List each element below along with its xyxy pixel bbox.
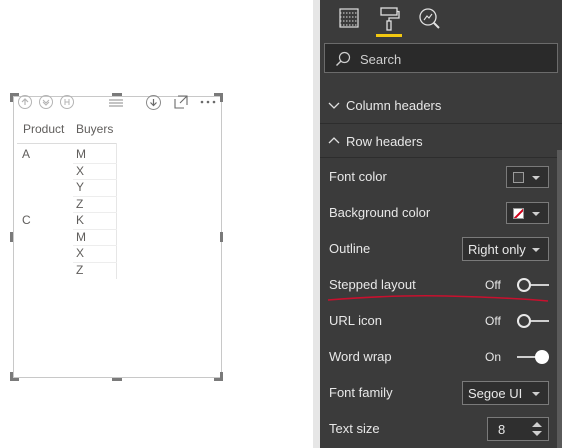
row-url-icon: URL icon Off <box>329 303 551 339</box>
section-column-headers[interactable]: Column headers <box>320 90 562 120</box>
row-separator <box>73 179 117 180</box>
chevron-down-icon <box>532 392 540 396</box>
paint-roller-icon <box>380 7 400 31</box>
expand-level-icon[interactable] <box>60 95 74 109</box>
outline-label: Outline <box>329 241 371 256</box>
no-color-swatch-icon <box>513 208 524 219</box>
spin-up-icon[interactable] <box>532 422 542 427</box>
buyer-cell[interactable]: Z <box>76 263 83 277</box>
font-color-picker[interactable] <box>506 166 549 188</box>
url-icon-label: URL icon <box>329 313 382 328</box>
stepped-layout-toggle[interactable] <box>517 278 549 292</box>
font-color-swatch <box>513 172 524 183</box>
buyer-cell[interactable]: X <box>76 246 84 260</box>
chevron-down-icon <box>532 248 540 252</box>
chevron-down-icon <box>532 212 540 216</box>
buyer-cell[interactable]: Z <box>76 197 83 211</box>
table-visual[interactable] <box>13 96 222 378</box>
word-wrap-label: Word wrap <box>329 349 392 364</box>
red-underline-annotation <box>327 294 549 302</box>
background-color-picker[interactable] <box>506 202 549 224</box>
fields-tab[interactable] <box>334 4 364 34</box>
search-icon <box>336 51 351 66</box>
chevron-down-icon <box>532 176 540 180</box>
buyer-cell[interactable]: Y <box>76 180 84 194</box>
font-color-label: Font color <box>329 169 387 184</box>
column-header-product[interactable]: Product <box>23 122 64 136</box>
header-divider <box>17 143 117 144</box>
url-icon-toggle[interactable] <box>517 314 549 328</box>
row-font-color: Font color <box>329 159 551 195</box>
format-tab[interactable] <box>374 4 404 37</box>
row-background-color: Background color <box>329 195 551 231</box>
drill-up-icon[interactable] <box>18 95 32 109</box>
section-divider <box>320 157 562 158</box>
focus-mode-icon[interactable] <box>174 95 188 109</box>
report-canvas: Product Buyers AMXYZCKMXZ <box>0 0 313 448</box>
section-label: Column headers <box>346 98 442 113</box>
resize-handle-top-left[interactable] <box>10 93 13 102</box>
buyer-cell[interactable]: M <box>76 230 86 244</box>
resize-handle-top-right[interactable] <box>220 93 223 102</box>
row-outline: Outline Right only <box>329 231 551 267</box>
font-family-label: Font family <box>329 385 393 400</box>
row-separator <box>73 261 117 263</box>
drag-grip-icon[interactable] <box>108 96 124 110</box>
font-family-value: Segoe UI <box>468 386 523 401</box>
row-text-size: Text size 8 <box>329 411 551 447</box>
row-separator <box>73 245 117 246</box>
spin-down-icon[interactable] <box>532 431 542 436</box>
outline-value: Right only <box>468 242 526 257</box>
column-header-buyers[interactable]: Buyers <box>76 122 113 136</box>
canvas-pane-divider[interactable] <box>313 0 320 448</box>
text-size-stepper[interactable]: 8 <box>487 417 549 441</box>
chevron-up-icon <box>328 137 340 144</box>
visualizations-pane: Search Column headers Row headers Font c… <box>320 0 562 448</box>
search-placeholder: Search <box>360 52 402 67</box>
resize-handle-left[interactable] <box>10 232 13 242</box>
section-row-headers[interactable]: Row headers <box>320 126 562 156</box>
row-font-family: Font family Segoe UI <box>329 375 551 411</box>
outline-dropdown[interactable]: Right only <box>462 237 549 261</box>
row-separator <box>73 212 117 213</box>
section-label: Row headers <box>346 134 423 149</box>
text-size-value: 8 <box>498 422 506 437</box>
drill-down-icon[interactable] <box>39 95 53 109</box>
analytics-magnifier-icon <box>419 8 440 29</box>
product-cell[interactable]: A <box>22 147 30 161</box>
section-divider <box>320 123 562 124</box>
buyer-cell[interactable]: X <box>76 164 84 178</box>
buyer-cell[interactable]: M <box>76 147 86 161</box>
table-fields-icon <box>339 8 359 28</box>
visual-header-toolbar <box>17 95 219 111</box>
word-wrap-state: On <box>485 350 502 364</box>
buyer-cell[interactable]: K <box>76 213 84 227</box>
pane-scrollbar[interactable] <box>557 150 562 448</box>
resize-handle-right[interactable] <box>220 232 223 242</box>
word-wrap-toggle[interactable] <box>517 350 549 364</box>
resize-handle-bottom-left[interactable] <box>10 372 13 381</box>
row-separator <box>73 162 117 164</box>
row-separator <box>73 195 117 197</box>
search-input[interactable]: Search <box>324 43 558 73</box>
row-word-wrap: Word wrap On <box>329 339 551 375</box>
drill-mode-icon[interactable] <box>146 95 161 110</box>
more-options-icon[interactable] <box>200 95 216 109</box>
chevron-down-icon <box>328 102 340 109</box>
text-size-label: Text size <box>329 421 380 436</box>
resize-handle-bottom-right[interactable] <box>220 372 223 381</box>
font-family-dropdown[interactable]: Segoe UI <box>462 381 549 405</box>
url-icon-state: Off <box>485 314 501 328</box>
background-color-label: Background color <box>329 205 431 220</box>
product-cell[interactable]: C <box>22 213 31 227</box>
analytics-tab[interactable] <box>414 4 444 34</box>
pane-tab-bar <box>320 0 562 38</box>
resize-handle-bottom[interactable] <box>112 378 122 381</box>
row-separator <box>73 228 117 230</box>
